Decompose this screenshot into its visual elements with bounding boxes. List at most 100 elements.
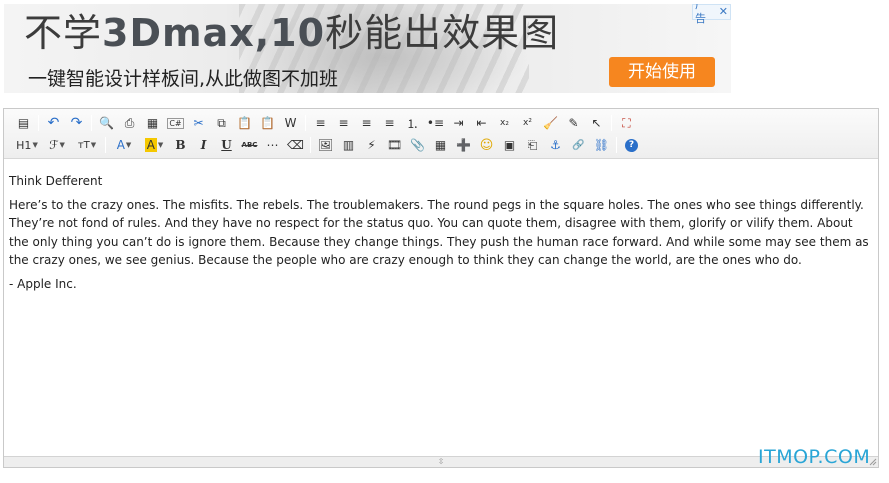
indent-icon: ⇥: [453, 116, 464, 130]
underline-button[interactable]: U: [215, 135, 238, 155]
unlink-button[interactable]: ⛓: [590, 135, 613, 155]
heading-button-button[interactable]: H1 ▼: [12, 135, 42, 155]
superscript-button[interactable]: x²: [516, 113, 539, 133]
ordered-list-button[interactable]: ⒈: [401, 113, 424, 133]
spellcheck-button[interactable]: ✎: [562, 113, 585, 133]
indent-button[interactable]: ⇥: [447, 113, 470, 133]
bold-button[interactable]: B: [169, 135, 192, 155]
insert-row-button[interactable]: ➕: [452, 135, 475, 155]
paste-text-button[interactable]: 📋: [256, 113, 279, 133]
preview-button[interactable]: 🔍: [95, 113, 118, 133]
unlink-icon: ⛓: [593, 138, 610, 152]
fullscreen-button[interactable]: ⛶: [615, 113, 638, 133]
table-button[interactable]: ▦: [429, 135, 452, 155]
toolbar-separator: [38, 115, 39, 131]
source-button[interactable]: ▤: [12, 113, 35, 133]
preview-icon: 🔍: [99, 116, 114, 130]
map-icon: ▣: [503, 138, 516, 152]
spellcheck-icon: ✎: [568, 116, 579, 130]
ad-close-icon[interactable]: ✕: [719, 5, 728, 19]
print-button[interactable]: ⎙: [118, 113, 141, 133]
ad-label-text: 广告: [695, 4, 706, 25]
toolbar-separator: [310, 137, 311, 153]
insert-row-icon: ➕: [456, 138, 471, 152]
anchor-icon: ⚓: [550, 138, 561, 152]
underline-icon: U: [221, 138, 232, 152]
editor-content-area[interactable]: Think Defferent Here’s to the crazy ones…: [4, 160, 878, 456]
font-color-button-button[interactable]: A ▼: [109, 135, 139, 155]
redo-button[interactable]: ↷: [65, 113, 88, 133]
superscript-icon: x²: [523, 118, 532, 128]
undo-button[interactable]: ↶: [42, 113, 65, 133]
horizontal-rule-icon: ⋯: [266, 138, 279, 152]
dropdown-arrow-icon: ▼: [32, 141, 38, 149]
multi-image-button[interactable]: ▥: [337, 135, 360, 155]
resize-grip-icon[interactable]: ⇳: [434, 458, 448, 466]
content-signature: - Apple Inc.: [9, 276, 77, 291]
templates-button[interactable]: ▦: [141, 113, 164, 133]
align-center-button[interactable]: ≡: [332, 113, 355, 133]
eraser-icon: ⌫: [287, 138, 304, 152]
attachment-icon: 📎: [410, 138, 425, 152]
emoticon-button[interactable]: ☺: [475, 135, 498, 155]
align-right-button[interactable]: ≡: [355, 113, 378, 133]
heading-icon: H1: [16, 138, 32, 152]
outdent-button[interactable]: ⇤: [470, 113, 493, 133]
subscript-icon: x₂: [500, 118, 509, 128]
align-justify-icon: ≡: [384, 116, 395, 130]
image-icon: 🖼: [317, 138, 334, 152]
clear-format-button[interactable]: 🧹: [539, 113, 562, 133]
font-color-icon: A: [116, 138, 125, 152]
unordered-list-button[interactable]: •≡: [424, 113, 447, 133]
strikethrough-button[interactable]: ABC: [238, 135, 261, 155]
cut-button[interactable]: ✂: [187, 113, 210, 133]
clear-format-icon: 🧹: [543, 116, 558, 130]
align-justify-button[interactable]: ≡: [378, 113, 401, 133]
bold-icon: B: [175, 138, 186, 152]
help-button[interactable]: ?: [620, 135, 643, 155]
align-left-button[interactable]: ≡: [309, 113, 332, 133]
toolbar-separator: [105, 137, 106, 153]
templates-icon: ▦: [146, 116, 159, 130]
flash-icon: ⚡: [367, 138, 376, 152]
attachment-button[interactable]: 📎: [406, 135, 429, 155]
unordered-list-icon: •≡: [426, 116, 445, 130]
code-button[interactable]: C#: [164, 113, 187, 133]
font-family-button-button[interactable]: ℱ ▼: [42, 135, 72, 155]
toolbar-separator: [305, 115, 306, 131]
eraser-button[interactable]: ⌫: [284, 135, 307, 155]
font-family-icon: ℱ: [49, 138, 59, 152]
anchor-button[interactable]: ⚓: [544, 135, 567, 155]
copy-button[interactable]: ⧉: [210, 113, 233, 133]
ad-cta-button[interactable]: 开始使用: [609, 57, 715, 87]
map-button[interactable]: ▣: [498, 135, 521, 155]
image-button[interactable]: 🖼: [314, 135, 337, 155]
font-size-button-button[interactable]: тT ▼: [72, 135, 102, 155]
copy-icon: ⧉: [217, 115, 226, 130]
media-button[interactable]: 🎞: [383, 135, 406, 155]
page-break-button[interactable]: ⎗: [521, 135, 544, 155]
toolbar-row-1: ▤ ↶ ↷ 🔍 ⎙ ▦ C# ✂ ⧉ 📋 📋 W ≡ ≡ ≡ ≡ ⒈ •≡ ⇥ ⇤ x₂ x² 🧹 ✎ ↖ ⛶: [12, 112, 638, 134]
ad-headline: 不学3Dmax,10秒能出效果图: [24, 10, 559, 56]
watermark-logo: ITMOP.COM: [758, 446, 871, 468]
highlight-button-button[interactable]: A ▼: [139, 135, 169, 155]
ad-label[interactable]: 广告 ✕: [692, 4, 731, 25]
dropdown-arrow-icon: ▼: [90, 141, 97, 149]
dropdown-arrow-icon: ▼: [157, 141, 164, 149]
horizontal-rule-button[interactable]: ⋯: [261, 135, 284, 155]
rich-text-editor: ▤ ↶ ↷ 🔍 ⎙ ▦ C# ✂ ⧉ 📋 📋 W ≡ ≡ ≡ ≡ ⒈ •≡ ⇥ ⇤ x₂ x² 🧹 ✎ ↖ ⛶ H1 ▼ ℱ ▼ тT ▼ A…: [3, 108, 879, 468]
page-break-icon: ⎗: [527, 137, 538, 152]
flash-button[interactable]: ⚡: [360, 135, 383, 155]
link-button[interactable]: 🔗: [567, 135, 590, 155]
paste-word-icon: W: [284, 116, 297, 130]
paste-word-button[interactable]: W: [279, 113, 302, 133]
align-left-icon: ≡: [315, 116, 326, 130]
redo-icon: ↷: [70, 115, 83, 131]
ad-banner[interactable]: 不学3Dmax,10秒能出效果图 一键智能设计样板间,从此做图不加班 开始使用 …: [4, 4, 731, 93]
dropdown-arrow-icon: ▼: [59, 141, 65, 149]
paste-icon: 📋: [237, 116, 252, 130]
subscript-button[interactable]: x₂: [493, 113, 516, 133]
select-all-button[interactable]: ↖: [585, 113, 608, 133]
italic-button[interactable]: I: [192, 135, 215, 155]
paste-button[interactable]: 📋: [233, 113, 256, 133]
